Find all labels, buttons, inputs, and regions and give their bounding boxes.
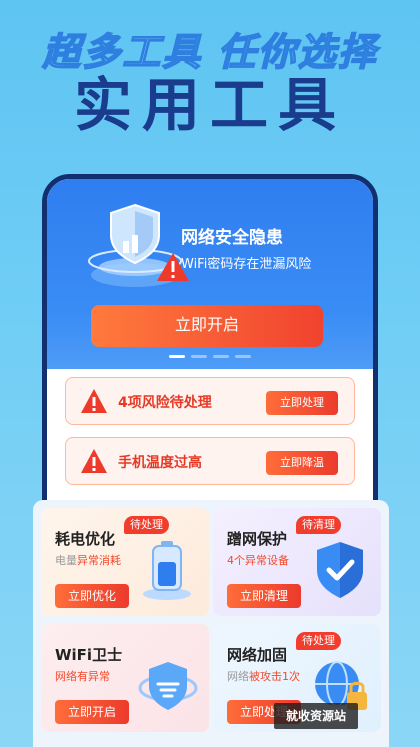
tool-card-battery[interactable]: 待处理 耗电优化 电量异常消耗 立即优化 bbox=[41, 508, 209, 616]
alert-text: 4项风险待处理 bbox=[118, 395, 212, 411]
carousel-indicator[interactable] bbox=[169, 355, 251, 358]
tool-description: 网络有异常 bbox=[55, 670, 110, 683]
security-description: WiFi密码存在泄漏风险 bbox=[181, 257, 312, 272]
cool-down-button[interactable]: 立即降温 bbox=[266, 451, 338, 475]
status-badge: 待处理 bbox=[296, 632, 341, 650]
security-banner: 网络安全隐患 WiFi密码存在泄漏风险 立即开启 bbox=[47, 179, 373, 369]
status-badge: 待处理 bbox=[124, 516, 169, 534]
tool-name: 蹭网保护 bbox=[227, 530, 288, 548]
tool-name: 网络加固 bbox=[227, 646, 288, 664]
carousel-dot[interactable] bbox=[213, 355, 229, 358]
shield-check-icon bbox=[317, 542, 363, 598]
tool-name: 耗电优化 bbox=[55, 530, 116, 548]
tool-card-wifi-guard[interactable]: WiFi卫士 网络有异常 立即开启 bbox=[41, 624, 209, 732]
clean-button[interactable]: 立即清理 bbox=[227, 584, 301, 608]
tool-description: 电量异常消耗 bbox=[55, 554, 121, 567]
alert-text: 手机温度过高 bbox=[118, 455, 202, 471]
status-badge: 待清理 bbox=[296, 516, 341, 534]
tool-description: 网络被攻击1次 bbox=[227, 670, 300, 683]
carousel-dot[interactable] bbox=[169, 355, 185, 358]
warning-icon bbox=[81, 389, 107, 413]
security-title: 网络安全隐患 bbox=[181, 228, 283, 248]
optimize-button[interactable]: 立即优化 bbox=[55, 584, 129, 608]
hero-title: 实用工具 bbox=[73, 71, 346, 139]
tool-card-wifi-protect[interactable]: 待清理 蹭网保护 4个异常设备 立即清理 bbox=[213, 508, 381, 616]
tool-description: 4个异常设备 bbox=[227, 554, 289, 567]
enable-button[interactable]: 立即开启 bbox=[55, 700, 129, 724]
watermark: 就收资源站 bbox=[274, 703, 358, 729]
carousel-dot[interactable] bbox=[235, 355, 251, 358]
alert-temperature: 手机温度过高 立即降温 bbox=[65, 437, 355, 485]
handle-now-button[interactable]: 立即处理 bbox=[266, 391, 338, 415]
alert-risk: 4项风险待处理 立即处理 bbox=[65, 377, 355, 425]
carousel-dot[interactable] bbox=[191, 355, 207, 358]
hero-header: 超多工具 任你选择 实用工具 bbox=[0, 29, 420, 140]
tool-name: WiFi卫士 bbox=[55, 646, 123, 664]
wifi-shield-icon bbox=[138, 662, 198, 710]
warning-icon bbox=[81, 449, 107, 473]
battery-icon bbox=[143, 541, 191, 600]
start-button[interactable]: 立即开启 bbox=[91, 305, 323, 347]
hero-subtitle: 超多工具 任你选择 bbox=[42, 29, 378, 75]
